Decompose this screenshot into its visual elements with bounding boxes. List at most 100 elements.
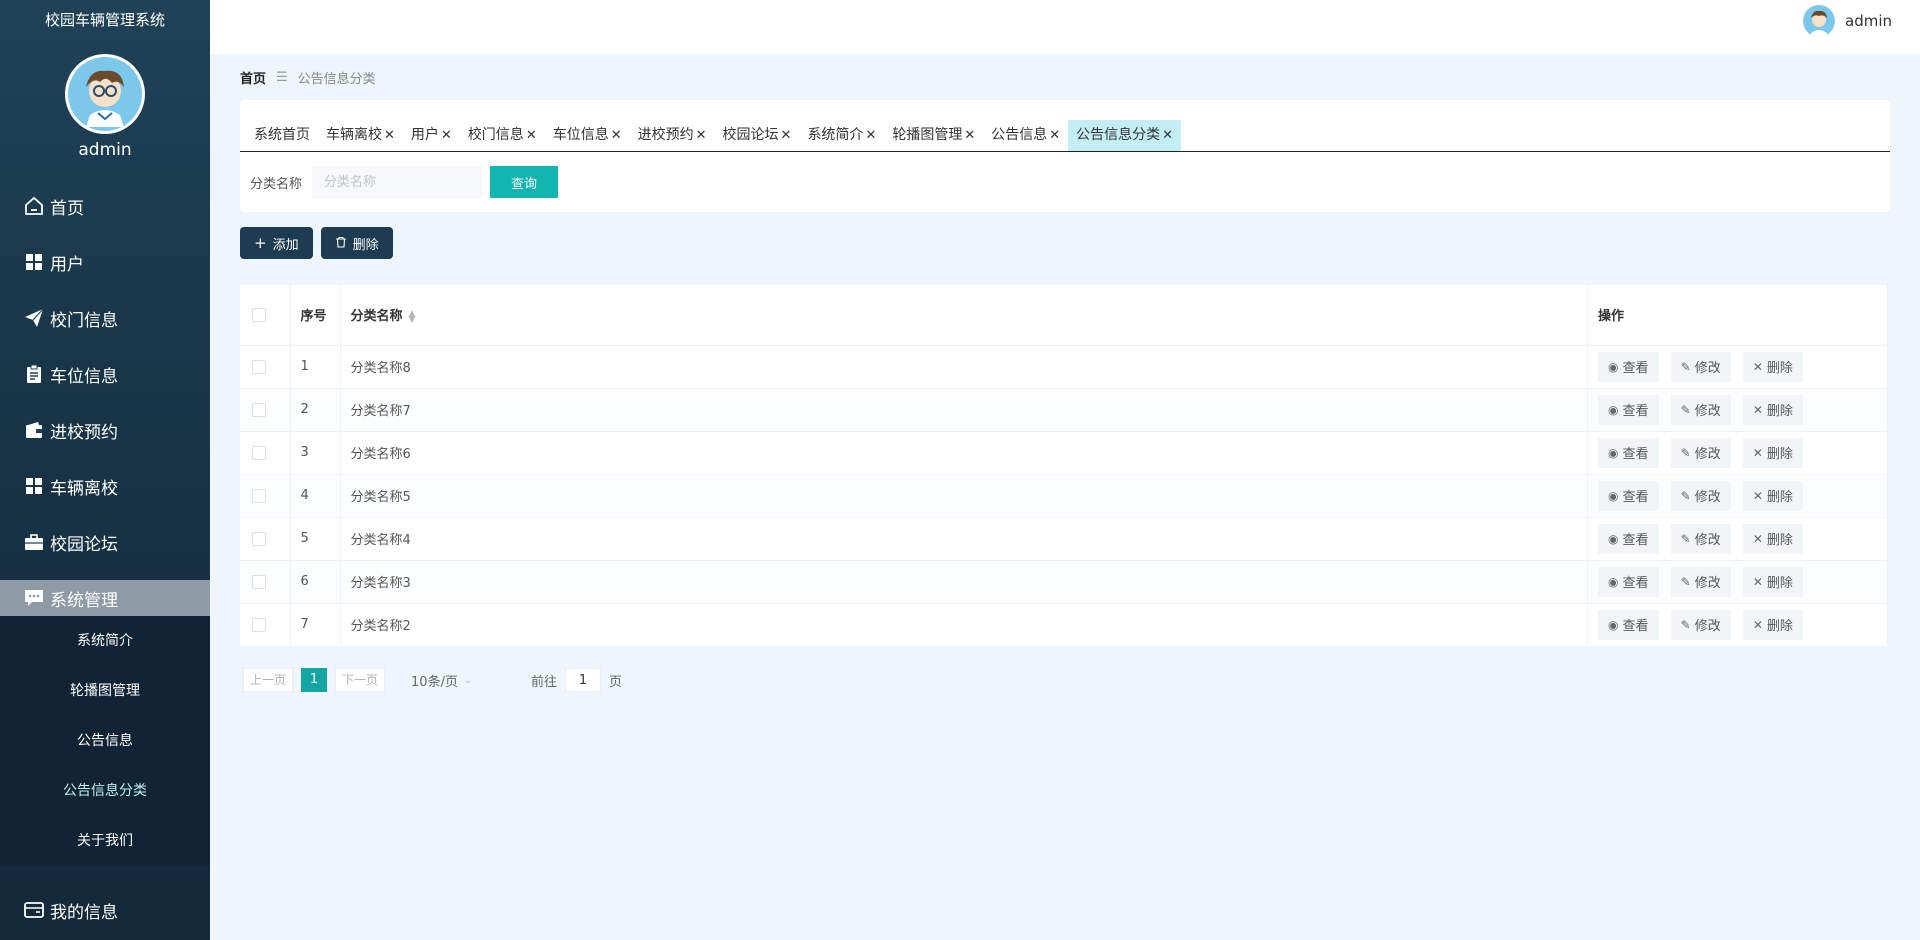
sidebar-item-vehicle-exit[interactable]: 车辆离校 <box>0 458 210 514</box>
close-icon[interactable]: ✕ <box>865 128 876 143</box>
close-icon[interactable]: ✕ <box>526 128 537 143</box>
tab-label: 系统首页 <box>254 127 310 143</box>
row-name: 分类名称4 <box>340 517 1588 561</box>
close-icon[interactable]: ✕ <box>384 128 395 143</box>
row-ops: ◉ 查看 ✎ 修改 ✕ 删除 <box>1587 603 1888 647</box>
tab-carousel[interactable]: 轮播图管理 ✕ <box>884 120 983 151</box>
select-all-checkbox[interactable] <box>252 307 266 322</box>
view-button[interactable]: ◉ 查看 <box>1598 480 1659 511</box>
tab-forum[interactable]: 校园论坛 ✕ <box>715 120 800 151</box>
submenu-item-about-us[interactable]: 关于我们 <box>0 816 210 866</box>
tab-system-intro[interactable]: 系统简介 ✕ <box>799 120 884 151</box>
submenu-item-system-intro[interactable]: 系统简介 <box>0 616 210 666</box>
close-icon[interactable]: ✕ <box>964 128 975 143</box>
table-row: 7 分类名称2 ◉ 查看 ✎ 修改 ✕ 删除 <box>240 603 1888 647</box>
sidebar-item-gate-info[interactable]: 校门信息 <box>0 290 210 346</box>
query-button[interactable]: 查询 <box>490 166 559 198</box>
sidebar-item-parking-info[interactable]: 车位信息 <box>0 346 210 402</box>
tab-entry-booking[interactable]: 进校预约 ✕ <box>630 120 715 151</box>
view-label: 查看 <box>1622 361 1649 376</box>
sidebar-item-my-info[interactable]: 我的信息 <box>0 882 210 938</box>
close-icon[interactable]: ✕ <box>1049 128 1060 143</box>
tab-label: 校门信息 <box>467 127 524 143</box>
row-checkbox[interactable] <box>252 617 266 632</box>
edit-button[interactable]: ✎ 修改 <box>1670 566 1731 597</box>
delete-button[interactable]: ✕ 删除 <box>1742 566 1803 597</box>
next-page-button[interactable]: 下一页 <box>335 668 386 692</box>
view-button[interactable]: ◉ 查看 <box>1598 566 1659 597</box>
view-button[interactable]: ◉ 查看 <box>1598 437 1659 468</box>
delete-button[interactable]: ✕ 删除 <box>1742 523 1803 554</box>
delete-button[interactable]: ✕ 删除 <box>1742 394 1803 425</box>
view-label: 查看 <box>1622 576 1649 591</box>
goto-unit: 页 <box>609 674 623 690</box>
avatar-image-icon <box>68 57 142 131</box>
row-checkbox[interactable] <box>252 359 266 374</box>
edit-button[interactable]: ✎ 修改 <box>1670 523 1731 554</box>
close-icon[interactable]: ✕ <box>611 128 622 143</box>
sidebar-item-home[interactable]: 首页 <box>0 178 210 234</box>
avatar[interactable] <box>65 54 145 134</box>
page-size-select[interactable]: 10条/页 ⌄ <box>411 671 501 690</box>
edit-icon: ✎ <box>1680 574 1691 589</box>
header-user[interactable]: admin <box>1803 5 1892 37</box>
tab-label: 公告信息分类 <box>1076 127 1161 143</box>
submenu-item-notice[interactable]: 公告信息 <box>0 716 210 766</box>
row-checkbox[interactable] <box>252 574 266 589</box>
row-checkbox-cell <box>240 560 291 604</box>
row-checkbox[interactable] <box>252 488 266 503</box>
view-button[interactable]: ◉ 查看 <box>1598 523 1659 554</box>
sidebar-item-label: 校门信息 <box>50 310 118 331</box>
delete-button[interactable]: ✕ 删除 <box>1742 351 1803 382</box>
close-icon: ✕ <box>1752 531 1763 546</box>
goto-page-input[interactable] <box>565 668 602 692</box>
sidebar-item-entry-booking[interactable]: 进校预约 <box>0 402 210 458</box>
sort-icon[interactable]: ▲ ▼ <box>409 309 416 324</box>
sidebar-item-users[interactable]: 用户 <box>0 234 210 290</box>
page-number-current[interactable]: 1 <box>301 668 328 692</box>
delete-button[interactable]: ✕ 删除 <box>1742 437 1803 468</box>
tab-notice-category[interactable]: 公告信息分类 ✕ <box>1068 120 1182 151</box>
prev-page-button[interactable]: 上一页 <box>243 668 294 692</box>
sidebar-item-label: 车辆离校 <box>50 478 118 499</box>
delete-button[interactable]: ✕ 删除 <box>1742 480 1803 511</box>
delete-button[interactable]: ✕ 删除 <box>1742 609 1803 640</box>
close-icon[interactable]: ✕ <box>1162 128 1173 143</box>
edit-button[interactable]: ✎ 修改 <box>1670 480 1731 511</box>
system-submenu: 系统简介 轮播图管理 公告信息 公告信息分类 关于我们 <box>0 616 210 866</box>
tab-vehicle-exit[interactable]: 车辆离校 ✕ <box>318 120 403 151</box>
tab-system-home[interactable]: 系统首页 <box>246 120 318 151</box>
batch-delete-button[interactable]: 删除 <box>320 227 393 259</box>
delete-label: 删除 <box>1766 447 1793 462</box>
view-button[interactable]: ◉ 查看 <box>1598 351 1659 382</box>
chevron-down-icon: ⌄ <box>463 674 473 686</box>
tab-parking-info[interactable]: 车位信息 ✕ <box>545 120 630 151</box>
sidebar-item-forum[interactable]: 校园论坛 <box>0 514 210 570</box>
row-checkbox[interactable] <box>252 445 266 460</box>
tab-gate-info[interactable]: 校门信息 ✕ <box>460 120 545 151</box>
submenu-item-carousel[interactable]: 轮播图管理 <box>0 666 210 716</box>
view-button[interactable]: ◉ 查看 <box>1598 394 1659 425</box>
tab-notice[interactable]: 公告信息 ✕ <box>983 120 1068 151</box>
edit-button[interactable]: ✎ 修改 <box>1670 609 1731 640</box>
breadcrumb-home[interactable]: 首页 <box>240 68 266 87</box>
close-icon[interactable]: ✕ <box>441 128 452 143</box>
edit-button[interactable]: ✎ 修改 <box>1670 351 1731 382</box>
header-name[interactable]: 分类名称 ▲ ▼ <box>340 285 1588 346</box>
category-name-search-input[interactable] <box>312 166 483 198</box>
edit-label: 修改 <box>1694 619 1721 634</box>
close-icon[interactable]: ✕ <box>781 128 792 143</box>
tab-users[interactable]: 用户 ✕ <box>403 120 460 151</box>
sidebar-item-system-management[interactable]: 系统管理 <box>0 580 210 616</box>
row-checkbox[interactable] <box>252 531 266 546</box>
edit-button[interactable]: ✎ 修改 <box>1670 394 1731 425</box>
paper-plane-icon <box>24 308 44 328</box>
row-checkbox[interactable] <box>252 402 266 417</box>
add-button[interactable]: + 添加 <box>240 227 313 259</box>
breadcrumb-current: 公告信息分类 <box>297 72 376 87</box>
edit-button[interactable]: ✎ 修改 <box>1670 437 1731 468</box>
close-icon[interactable]: ✕ <box>696 128 707 143</box>
view-button[interactable]: ◉ 查看 <box>1598 609 1659 640</box>
submenu-item-notice-category[interactable]: 公告信息分类 <box>0 766 210 816</box>
eye-icon: ◉ <box>1608 531 1619 546</box>
